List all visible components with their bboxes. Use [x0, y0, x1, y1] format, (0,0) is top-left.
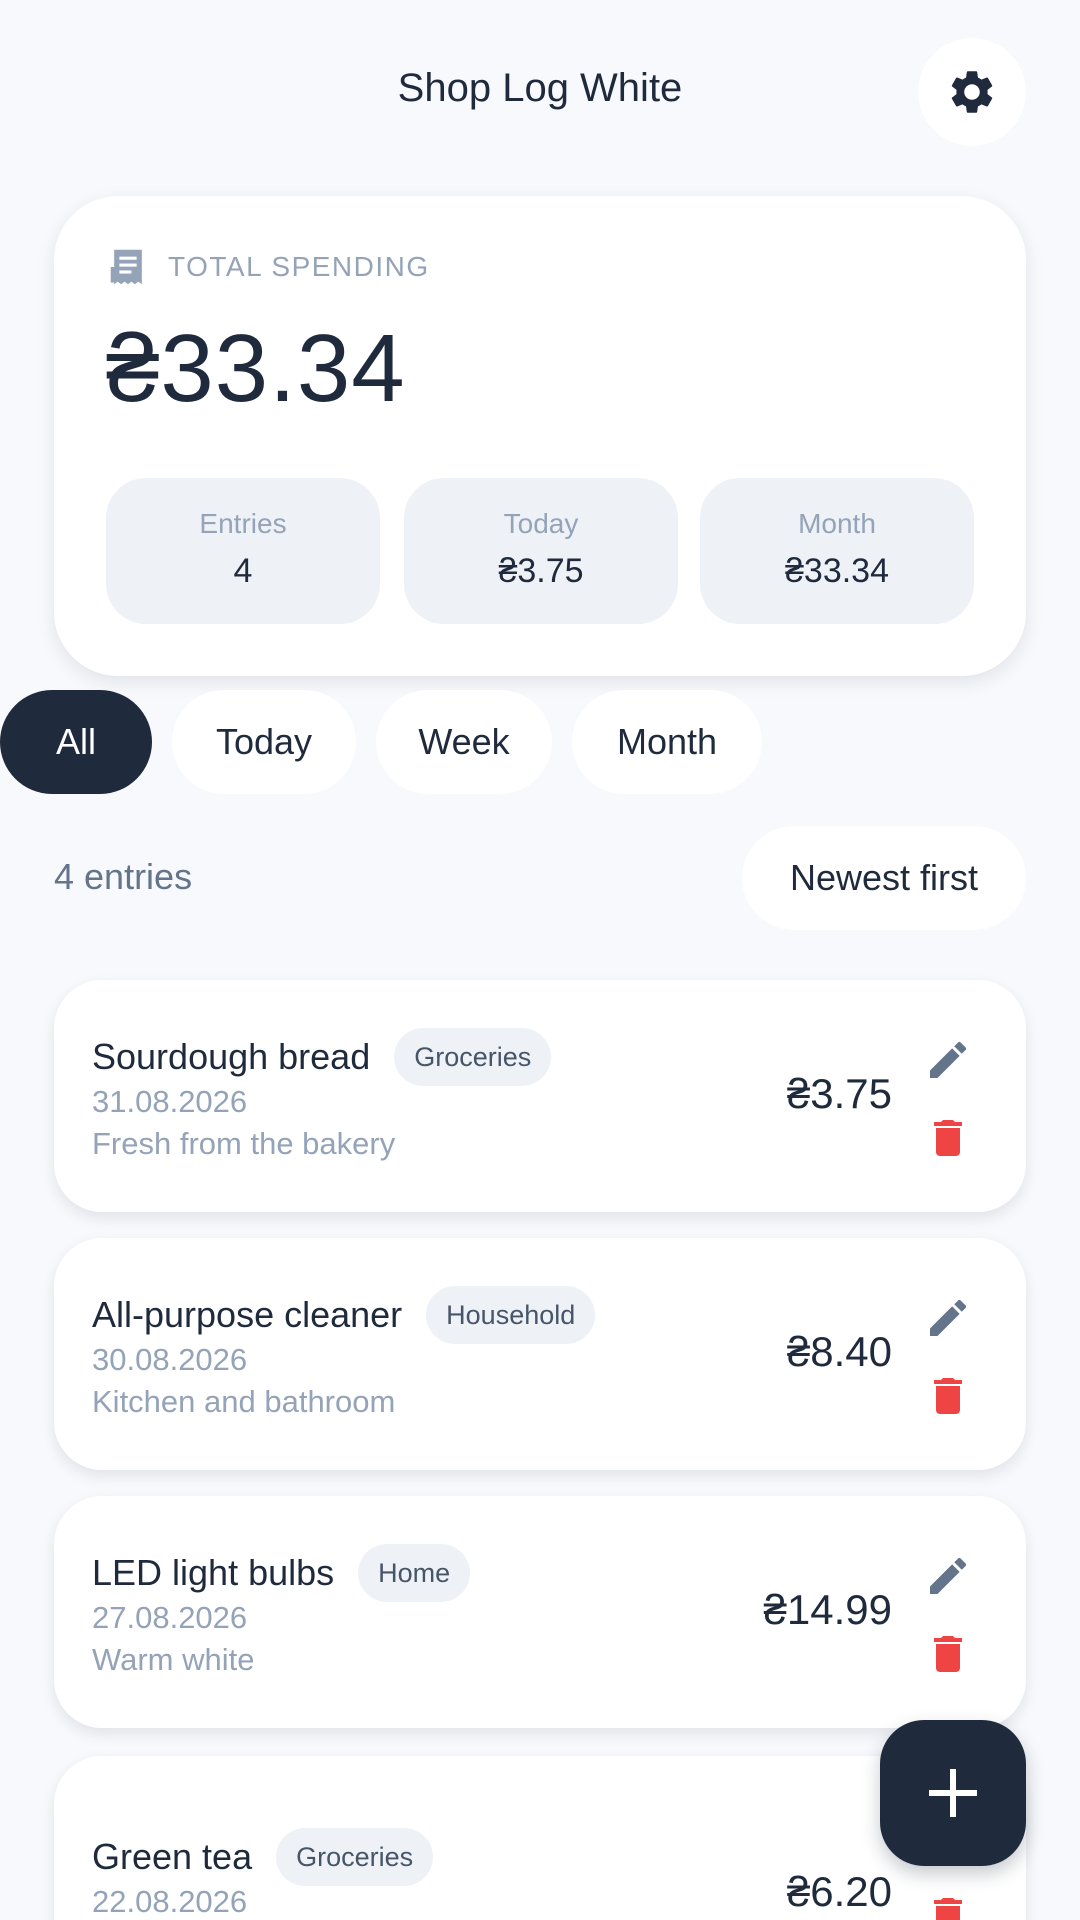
- trash-icon: [934, 1120, 962, 1156]
- pencil-icon: [930, 1557, 967, 1594]
- entry-name: Green tea: [92, 1836, 253, 1877]
- category-tag: Household: [426, 1286, 596, 1344]
- entry-name: Sourdough bread: [92, 1036, 371, 1077]
- edit-button[interactable]: [924, 1552, 972, 1600]
- receipt-icon: [110, 249, 142, 285]
- entry-date: 31.08.2026: [92, 1084, 248, 1119]
- category-tag: Groceries: [276, 1828, 434, 1886]
- entry-card[interactable]: LED light bulbs Home 27.08.2026 Warm whi…: [54, 1496, 1026, 1728]
- entry-amount: ₴8.40: [786, 1328, 892, 1375]
- category-tag: Groceries: [394, 1028, 552, 1086]
- edit-button[interactable]: [924, 1294, 972, 1342]
- stat-value: ₴3.75: [498, 552, 584, 590]
- total-spending-card: TOTAL SPENDING ₴33.34 Entries 4 Today ₴3…: [54, 196, 1026, 676]
- delete-button[interactable]: [924, 1892, 972, 1920]
- stat-entries: Entries 4: [106, 478, 380, 624]
- edit-button[interactable]: [924, 1036, 972, 1084]
- entry-date: 30.08.2026: [92, 1342, 248, 1377]
- stat-month: Month ₴33.34: [700, 478, 974, 624]
- stat-value: 4: [233, 552, 253, 590]
- entry-header: Green tea Groceries: [92, 1828, 434, 1886]
- pencil-icon: [930, 1299, 967, 1336]
- entry-note: Kitchen and bathroom: [92, 1384, 396, 1419]
- entry-count: 4 entries: [54, 856, 193, 897]
- total-spending-amount: ₴33.34: [106, 315, 406, 422]
- filter-chip-week[interactable]: Week: [376, 690, 552, 794]
- entry-card[interactable]: All-purpose cleaner Household 30.08.2026…: [54, 1238, 1026, 1470]
- app-screen: Shop Log White TOTAL SPENDING ₴33.34 Ent…: [0, 0, 1080, 1920]
- pencil-icon: [930, 1041, 967, 1078]
- trash-icon: [934, 1898, 962, 1920]
- stat-value: ₴33.34: [785, 552, 889, 590]
- entry-amount: ₴14.99: [763, 1586, 892, 1633]
- entry-name: LED light bulbs: [92, 1552, 335, 1593]
- trash-icon: [934, 1378, 962, 1414]
- add-entry-button[interactable]: [880, 1720, 1026, 1866]
- delete-button[interactable]: [924, 1372, 972, 1420]
- entry-date: 27.08.2026: [92, 1600, 248, 1635]
- entry-card[interactable]: Sourdough bread Groceries 31.08.2026 Fre…: [54, 980, 1026, 1212]
- total-spending-label: TOTAL SPENDING: [168, 251, 430, 282]
- entry-name: All-purpose cleaner: [92, 1294, 403, 1335]
- entry-note: Fresh from the bakery: [92, 1126, 396, 1161]
- settings-button[interactable]: [918, 38, 1026, 146]
- entry-amount: ₴6.20: [786, 1868, 892, 1915]
- stat-label: Entries: [199, 508, 287, 539]
- summary-header: TOTAL SPENDING: [110, 248, 430, 286]
- trash-icon: [934, 1636, 962, 1672]
- stat-label: Month: [798, 508, 876, 539]
- delete-button[interactable]: [924, 1114, 972, 1162]
- delete-button[interactable]: [924, 1630, 972, 1678]
- filter-chip-month[interactable]: Month: [572, 690, 762, 794]
- filter-chip-today[interactable]: Today: [172, 690, 356, 794]
- stat-today: Today ₴3.75: [404, 478, 678, 624]
- filter-chip-all[interactable]: All: [0, 690, 152, 794]
- entry-amount: ₴3.75: [786, 1070, 892, 1117]
- entry-date: 22.08.2026: [92, 1884, 248, 1919]
- entry-note: Warm white: [92, 1642, 255, 1677]
- plus-icon: [929, 1769, 977, 1817]
- category-tag: Home: [358, 1544, 471, 1602]
- entry-header: All-purpose cleaner Household: [92, 1286, 596, 1344]
- sort-button[interactable]: Newest first: [742, 826, 1026, 930]
- stat-label: Today: [503, 508, 579, 539]
- gear-icon: [951, 71, 993, 113]
- entry-header: LED light bulbs Home: [92, 1544, 471, 1602]
- entry-header: Sourdough bread Groceries: [92, 1028, 552, 1086]
